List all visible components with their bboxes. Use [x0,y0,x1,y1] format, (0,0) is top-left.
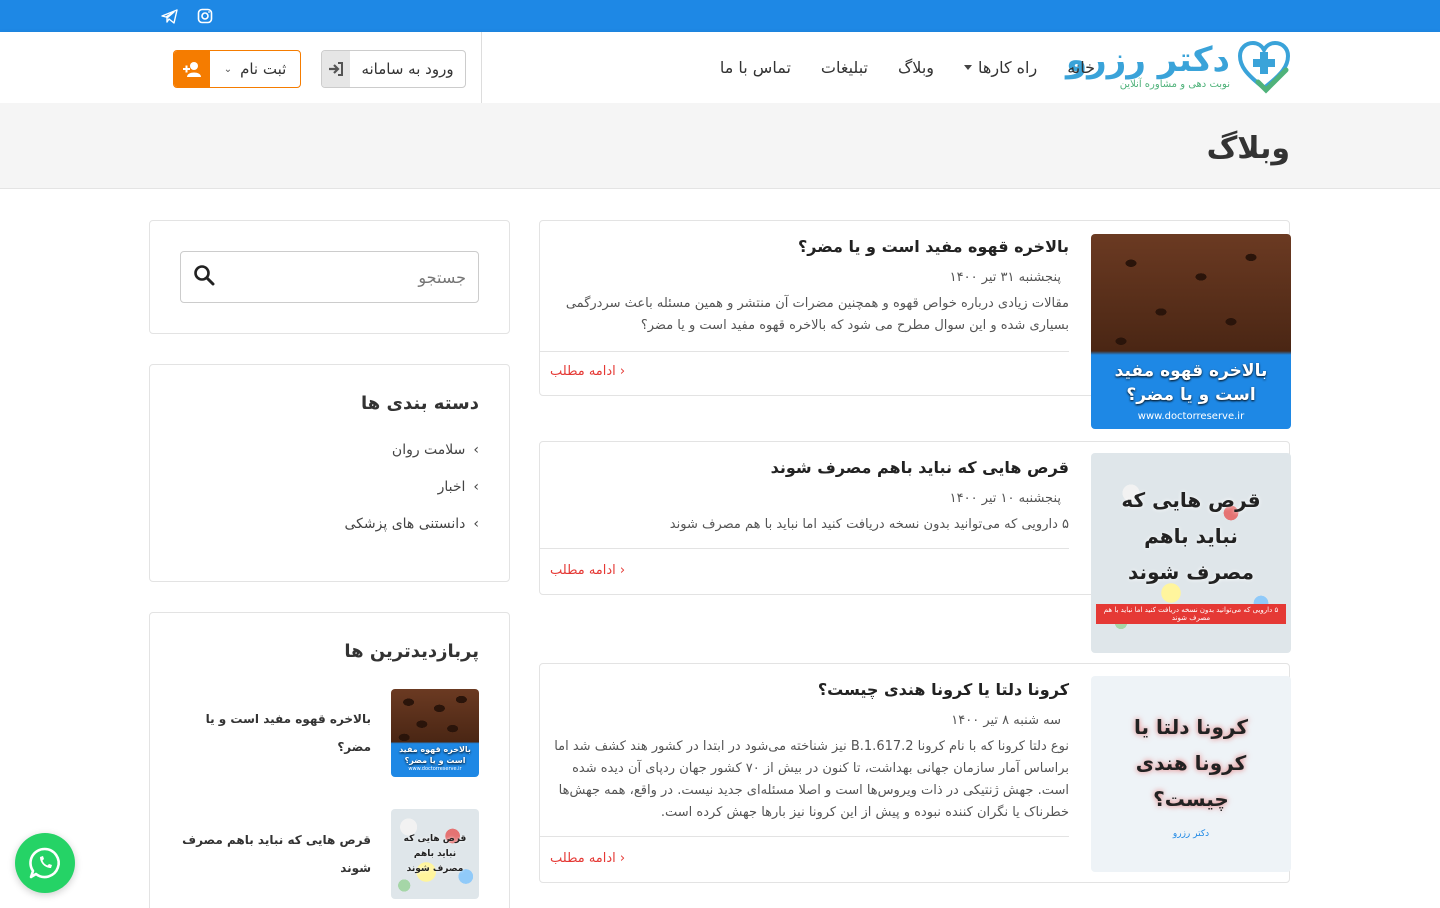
header-divider [481,32,482,103]
thumbnail-caption: ۵ دارویی که می‌توانید بدون نسخه دریافت ک… [1096,604,1286,624]
popular-item[interactable]: بالاخره قهوه مفید است و یا مضر؟ www.doct… [179,689,479,777]
search-icon[interactable] [193,264,215,290]
login-button[interactable]: ورود به سامانه [321,50,466,88]
popular-item[interactable]: قرص هایی که نباید باهم مصرف شوند قرص های… [179,809,479,899]
post-body: قرص هایی که نباید باهم مصرف شوند پنجشنبه… [550,442,1069,536]
post-card: کرونا دلتا یا کرونا هندی چیست؟ دکتر رزرو… [539,663,1291,883]
instagram-icon[interactable] [196,7,214,25]
read-more-link[interactable]: ‹ ادامه مطلب [550,563,625,578]
register-label: ثبت نام [240,60,287,78]
thumbnail-brand: دکتر رزرو [1172,829,1210,839]
category-label: دانستنی های پزشکی [344,516,466,532]
search-box [180,251,479,303]
thumbnail-text: کرونا دلتا یا کرونا هندی چیست؟ [1134,715,1248,811]
popular-title: پربازدیدترین ها [344,641,479,662]
top-bar [0,0,1440,32]
category-item[interactable]: › سلامت روان [392,442,479,458]
post-excerpt: مقالات زیادی درباره خواص قهوه و همچنین م… [565,296,1069,333]
nav-blog[interactable]: وبلاگ [898,58,934,77]
search-input[interactable] [215,267,466,287]
chevron-left-icon: › [473,516,479,532]
site-header: دکتر رزرو نوبت دهی و مشاوره آنلاین خانه … [0,32,1440,103]
page-title: وبلاگ [1206,131,1290,166]
post-title[interactable]: بالاخره قهوه مفید است و یا مضر؟ [550,237,1069,256]
main-nav: خانه راه کارها وبلاگ تبلیغات تماس با ما [720,32,1095,103]
nav-home[interactable]: خانه [1067,58,1095,77]
popular-thumbnail: بالاخره قهوه مفید است و یا مضر؟ www.doct… [391,689,479,777]
popular-item-title: قرص هایی که نباید باهم مصرف شوند [182,833,371,875]
post-excerpt: ۵ دارویی که می‌توانید بدون نسخه دریافت ک… [669,517,1069,532]
thumbnail-text: قرص هایی که نباید باهم مصرف شوند [1121,488,1261,584]
thumbnail-text: بالاخره قهوه مفید است و یا مضر؟ [399,745,471,765]
page-title-band: وبلاگ [0,103,1440,189]
thumbnail-text: بالاخره قهوه مفید است و یا مضر؟ [1114,361,1268,405]
category-label: سلامت روان [391,442,466,458]
post-divider [540,836,1069,837]
popular-item-title: بالاخره قهوه مفید است و یا مضر؟ [205,712,371,754]
post-date: پنجشنبه ۱۰ تیر ۱۴۰۰ [949,491,1061,506]
post-divider [540,548,1069,549]
categories-title: دسته بندی ها [361,393,479,414]
category-label: اخبار [437,479,466,495]
read-more-link[interactable]: ‹ ادامه مطلب [550,851,625,866]
nav-guides[interactable]: راه کارها [964,58,1037,77]
read-more-link[interactable]: ‹ ادامه مطلب [550,364,625,379]
user-plus-icon [174,51,210,87]
category-item[interactable]: › دانستنی های پزشکی [345,516,480,532]
nav-contact[interactable]: تماس با ما [720,58,791,77]
read-more-label: ادامه مطلب [550,364,616,379]
post-thumbnail[interactable]: قرص هایی که نباید باهم مصرف شوند ۵ داروی… [1091,453,1291,653]
register-label-wrap: ثبت نام ⌄ [210,60,300,78]
post-title[interactable]: قرص هایی که نباید باهم مصرف شوند [550,458,1069,477]
popular-widget: پربازدیدترین ها بالاخره قهوه مفید است و … [149,612,510,908]
nav-ads[interactable]: تبلیغات [821,58,868,77]
login-label: ورود به سامانه [361,60,454,78]
whatsapp-icon [29,847,60,879]
chevron-left-icon: › [473,442,479,458]
post-title[interactable]: کرونا دلتا یا کرونا هندی چیست؟ [550,680,1069,699]
post-date: پنجشنبه ۳۱ تیر ۱۴۰۰ [949,270,1061,285]
chevron-left-icon: › [473,479,479,495]
telegram-icon[interactable] [160,7,178,25]
popular-thumbnail: قرص هایی که نباید باهم مصرف شوند [391,809,479,899]
site-logo[interactable]: دکتر رزرو نوبت دهی و مشاوره آنلاین [1066,38,1292,94]
brand-tagline: نوبت دهی و مشاوره آنلاین [1119,78,1230,90]
categories-widget: دسته بندی ها › سلامت روان › اخبار › دانس… [149,364,510,582]
post-body: کرونا دلتا یا کرونا هندی چیست؟ سه شنبه ۸… [550,664,1069,824]
register-button[interactable]: ثبت نام ⌄ [173,50,301,88]
caret-down-icon [964,65,973,70]
nav-guides-label: راه کارها [978,58,1038,77]
post-card: قرص هایی که نباید باهم مصرف شوند ۵ داروی… [539,441,1291,653]
chevron-down-icon: ⌄ [223,63,233,75]
sign-in-icon [322,51,350,87]
post-card: بالاخره قهوه مفید است و یا مضر؟ www.doct… [539,220,1291,429]
thumbnail-url: www.doctorreserve.ir [408,766,462,772]
post-divider [540,351,1069,352]
search-widget [149,220,510,334]
thumbnail-text: قرص هایی که نباید باهم مصرف شوند [403,833,467,874]
post-thumbnail[interactable]: بالاخره قهوه مفید است و یا مضر؟ www.doct… [1091,234,1291,429]
heart-plus-logo-icon [1237,40,1291,94]
read-more-label: ادامه مطلب [550,851,616,866]
post-excerpt: نوع دلتا کرونا که با نام کرونا B.1.617.2… [554,739,1069,820]
whatsapp-button[interactable] [15,833,75,893]
post-thumbnail[interactable]: کرونا دلتا یا کرونا هندی چیست؟ دکتر رزرو [1091,676,1291,872]
read-more-label: ادامه مطلب [550,563,616,578]
category-item[interactable]: › اخبار [438,479,479,495]
thumbnail-url: www.doctorreserve.ir [1137,411,1245,422]
post-body: بالاخره قهوه مفید است و یا مضر؟ پنجشنبه … [550,221,1069,337]
post-date: سه شنبه ۸ تیر ۱۴۰۰ [951,713,1061,728]
